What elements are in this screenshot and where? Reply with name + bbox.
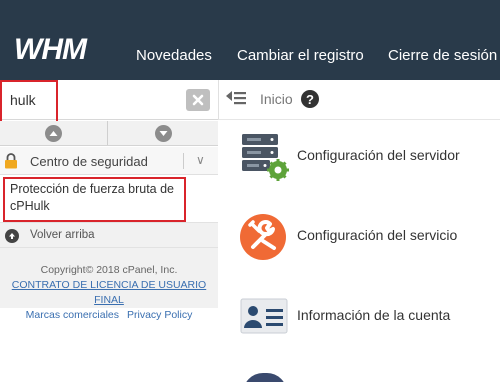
sidebar: Centro de seguridad ∨ Protección de fuer… <box>0 80 218 382</box>
search-bar <box>0 80 218 120</box>
nav-change-log-link[interactable]: Cambiar el registro <box>237 47 364 65</box>
search-input[interactable] <box>2 82 212 118</box>
svg-text:WHM: WHM <box>14 33 88 63</box>
chevron-up-icon <box>45 124 62 142</box>
nav-whats-new-link[interactable]: Novedades <box>136 47 212 65</box>
close-icon <box>192 94 204 106</box>
feature-service-configuration[interactable]: Configuración del servicio <box>219 211 500 271</box>
sidebar-footer: Copyright© 2018 cPanel, Inc. CONTRATO DE… <box>0 248 218 321</box>
feature-next-partial[interactable] <box>243 373 287 382</box>
feature-label: Configuración del servicio <box>297 227 458 243</box>
license-link[interactable]: CONTRATO DE LICENCIA DE USUARIO FINAL <box>12 279 206 306</box>
breadcrumb: Inicio ? <box>218 80 500 120</box>
scroll-down-button[interactable] <box>109 121 218 145</box>
nav-arrows-row <box>0 121 218 146</box>
category-divider <box>183 153 184 169</box>
category-security-center[interactable]: Centro de seguridad ∨ <box>0 147 218 175</box>
sidebar-toggle-icon[interactable] <box>225 89 247 107</box>
copyright-text: Copyright© 2018 cPanel, Inc. <box>40 264 178 276</box>
feature-label: Información de la cuenta <box>297 307 451 323</box>
feature-server-configuration[interactable]: Configuración del servidor <box>219 131 500 191</box>
category-label: Centro de seguridad <box>30 154 148 169</box>
arrow-up-icon <box>5 229 19 243</box>
whm-logo[interactable]: WHM <box>14 33 118 63</box>
wrench-icon <box>240 214 286 260</box>
scroll-up-button[interactable] <box>0 121 108 145</box>
lock-icon <box>5 153 17 169</box>
trademarks-link[interactable]: Marcas comerciales <box>26 309 119 321</box>
top-header: WHM Novedades Cambiar el registro Cierre… <box>0 0 500 80</box>
clear-search-button[interactable] <box>186 89 210 111</box>
chevron-down-icon[interactable]: ∨ <box>196 153 205 167</box>
back-to-top-label: Volver arriba <box>30 229 95 241</box>
feature-account-information[interactable]: Información de la cuenta <box>219 291 500 351</box>
server-gear-icon <box>242 134 289 181</box>
feature-label: Configuración del servidor <box>297 147 460 163</box>
main-content: Configuración del servidor Configuración… <box>219 121 500 382</box>
breadcrumb-home-link[interactable]: Inicio <box>260 91 293 107</box>
nav-logout-link[interactable]: Cierre de sesión (r <box>388 47 500 65</box>
back-to-top-button[interactable]: Volver arriba <box>0 222 218 248</box>
sidebar-item-cphulk[interactable]: Protección de fuerza bruta de cPHulk <box>10 181 180 215</box>
chevron-down-icon <box>155 124 172 142</box>
privacy-policy-link[interactable]: Privacy Policy <box>127 309 192 321</box>
account-card-icon <box>240 298 288 334</box>
help-icon[interactable]: ? <box>301 90 319 108</box>
